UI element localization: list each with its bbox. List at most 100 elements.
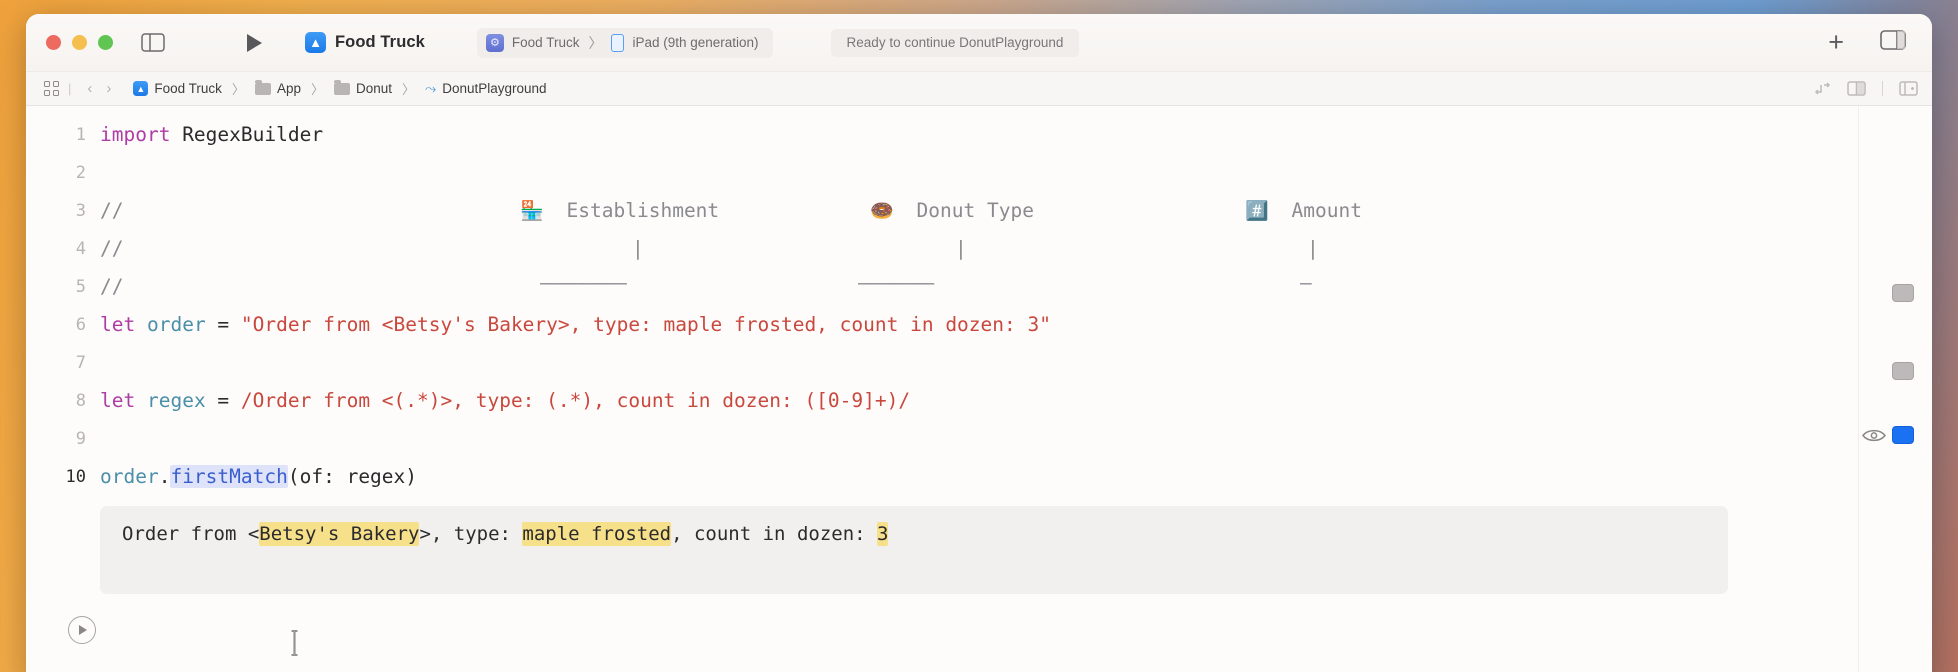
code-line[interactable]: 9 (26, 420, 1858, 458)
annotation-pipe-1: | (955, 237, 967, 260)
line-number: 4 (75, 239, 86, 259)
back-button[interactable]: ‹ (80, 80, 99, 97)
destination-device: iPad (9th generation) (632, 35, 759, 50)
result-literal: , count in dozen: (671, 523, 878, 545)
run-button[interactable] (241, 30, 267, 56)
breadcrumb-arrow: 〉 (402, 82, 416, 97)
app-icon: ▲ (133, 81, 149, 96)
breadcrumb-arrow: 〉 (231, 82, 245, 97)
code-line[interactable]: 7 (26, 344, 1858, 382)
editor-options-group (1814, 81, 1918, 96)
code-text (100, 420, 1858, 458)
code-line[interactable]: 8 let regex = /Order from <(.*)>, type: (… (26, 382, 1858, 420)
annotation-pipe-2: | (1307, 237, 1319, 260)
code-compare-icon[interactable] (1814, 81, 1831, 96)
code-line[interactable]: 3 // 🏪 Establishment 🍩 Donut Type #️⃣ Amount (26, 192, 1858, 230)
breadcrumb-item-app[interactable]: App (252, 79, 304, 97)
annotation-pipe-0: | (632, 237, 644, 260)
forward-button[interactable]: › (99, 80, 118, 97)
result-marker-line8[interactable] (1892, 362, 1914, 380)
xcode-window: ▲ Food Truck ⚙ Food Truck 〉 iPad (9th ge… (26, 14, 1932, 672)
code-line[interactable]: 5//———————— ——————— — (26, 268, 1858, 306)
code-text: import RegexBuilder (100, 116, 1858, 154)
source-editor: 1 import RegexBuilder 2 3 // 🏪 Establishment 🍩… (26, 106, 1932, 672)
zoom-button[interactable] (98, 35, 113, 50)
code-text: let order = "Order from <Betsy's Bakery>… (100, 306, 1858, 344)
code-line[interactable]: 2 (26, 154, 1858, 192)
code-token: let (100, 389, 136, 412)
annotation-header-1: 🍩 Donut Type (870, 192, 1034, 230)
code-token: // (100, 275, 124, 298)
line-number: 9 (75, 429, 86, 449)
breadcrumb-label: DonutPlayground (442, 81, 547, 96)
code-token: "Order from <Betsy's Bakery>, type: mapl… (240, 313, 1051, 336)
divider: | (68, 81, 72, 96)
divider (1882, 81, 1883, 96)
breadcrumb-item-donut[interactable]: Donut (331, 79, 395, 97)
execute-playground-button[interactable] (68, 616, 96, 644)
line-number: 8 (75, 391, 86, 411)
code-line[interactable]: 4 // | | | (26, 230, 1858, 268)
line-number: 1 (75, 125, 86, 145)
breadcrumb: ▲ Food Truck 〉 App 〉 Donut 〉 ⤳ DonutPlay… (130, 79, 549, 98)
result-literal: >, type: (419, 523, 523, 545)
destination-selector[interactable]: ⚙ Food Truck 〉 iPad (9th generation) (476, 27, 773, 58)
result-marker-line6[interactable] (1892, 284, 1914, 302)
line-number: 5 (75, 277, 86, 297)
code-token: order (100, 465, 159, 488)
playground-result-panel[interactable]: Order from <Betsy's Bakery>, type: maple… (100, 506, 1728, 594)
code-token: RegexBuilder (170, 123, 324, 146)
eye-icon[interactable] (1862, 428, 1886, 442)
code-line[interactable]: 10 order.firstMatch(of: regex) (26, 458, 1858, 496)
result-capture-group: maple frosted (522, 522, 672, 546)
scheme-selector[interactable]: ▲ Food Truck (297, 28, 433, 57)
code-token: of (299, 465, 324, 488)
result-capture-group: Betsy's Bakery (259, 522, 420, 546)
close-button[interactable] (46, 35, 61, 50)
line-number: 2 (75, 163, 86, 183)
breadcrumb-item-donutplayground[interactable]: ⤳ DonutPlayground (422, 79, 550, 98)
result-marker-line10[interactable] (1892, 426, 1914, 444)
code-token: firstMatch (170, 465, 288, 488)
execute-playground-icon (79, 625, 87, 635)
code-line[interactable]: 6 let order = "Order from <Betsy's Bakery… (26, 306, 1858, 344)
breadcrumb-item-food-truck[interactable]: ▲ Food Truck (130, 80, 225, 97)
destination-project: Food Truck (511, 35, 580, 50)
breadcrumb-bar: | ‹ › ▲ Food Truck 〉 App 〉 Donut 〉 ⤳ Don… (26, 72, 1932, 106)
traffic-lights (46, 35, 113, 50)
annotation-label: Amount (1291, 199, 1362, 222)
minimize-button[interactable] (72, 35, 87, 50)
code-line[interactable]: 1 import RegexBuilder (26, 116, 1858, 154)
breadcrumb-label: App (276, 81, 301, 96)
grid-icon[interactable] (44, 81, 59, 96)
code-text: // | | | (100, 230, 1858, 268)
annotation-rule-2: — (1300, 271, 1312, 294)
annotation-rule-1: ——————— (858, 271, 934, 294)
code-token: regex (146, 389, 206, 412)
sidebar-toggle-icon[interactable] (141, 33, 165, 52)
code-text (100, 344, 1858, 382)
line-number: 6 (75, 315, 86, 335)
code-text: // 🏪 Establishment 🍩 Donut Type #️⃣ Amount (100, 192, 1858, 230)
code-area[interactable]: 1 import RegexBuilder 2 3 // 🏪 Establishment 🍩… (26, 106, 1858, 672)
code-token: regex (346, 465, 406, 488)
code-text (100, 154, 1858, 192)
code-token: : (323, 465, 347, 488)
activity-status-bar[interactable]: Ready to continue DonutPlayground (830, 28, 1080, 57)
inspector-toggle-icon[interactable] (1880, 30, 1906, 55)
code-token: /Order from <(.*)>, type: (.*), count in… (240, 389, 911, 412)
result-literal: Order from < (122, 523, 260, 545)
assistant-editor-icon[interactable] (1899, 81, 1918, 96)
project-icon: ⚙ (485, 33, 504, 52)
code-token: // (100, 199, 124, 222)
annotation-emoji: #️⃣ (1245, 200, 1292, 222)
result-capture-group: 3 (877, 522, 889, 546)
code-token: ) (405, 465, 418, 488)
app-icon-glyph: ▲ (136, 83, 146, 94)
breadcrumb-label: Food Truck (154, 81, 222, 96)
code-text: order.firstMatch(of: regex) (100, 458, 1858, 496)
annotation-rule-0: ———————— (540, 271, 627, 294)
add-button[interactable]: + (1828, 29, 1844, 56)
code-token: order (146, 313, 206, 336)
split-editor-icon[interactable] (1847, 81, 1866, 96)
